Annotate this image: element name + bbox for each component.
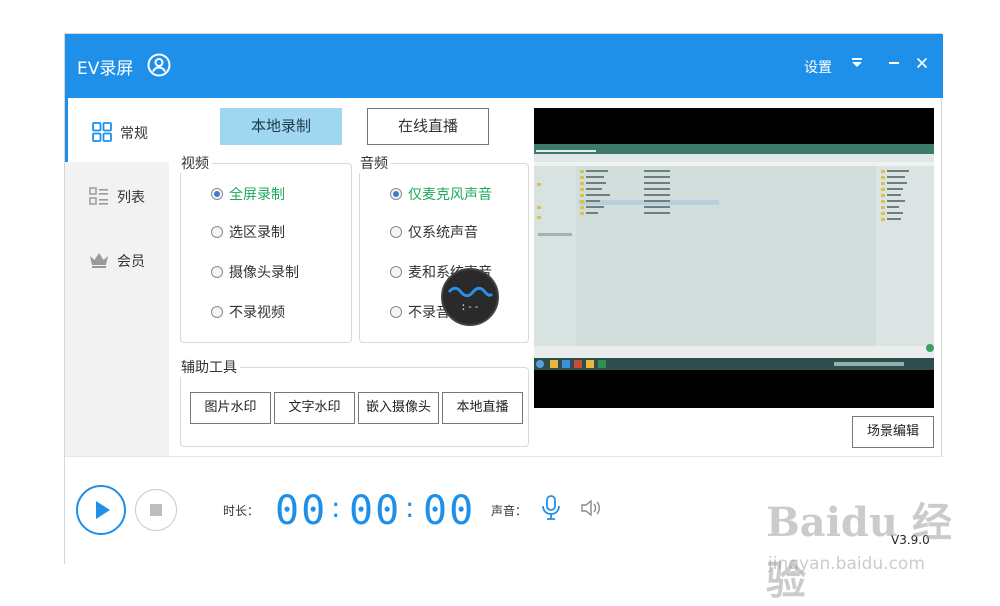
image-watermark-button[interactable]: 图片水印 — [190, 392, 271, 424]
play-icon — [96, 501, 110, 519]
radio-label: 全屏录制 — [229, 187, 285, 203]
sidebar-item-list[interactable]: 列表 — [65, 162, 169, 226]
radio-icon — [211, 226, 223, 238]
timer-minutes: 00 — [349, 488, 402, 534]
sidebar-item-label: 常规 — [120, 126, 148, 142]
radio-icon — [390, 266, 402, 278]
floating-recorder-ball[interactable]: :-- — [441, 268, 499, 326]
crown-icon — [90, 253, 108, 268]
grid-icon — [92, 122, 112, 142]
microphone-icon[interactable] — [541, 495, 561, 525]
floating-timer-text: :-- — [460, 300, 480, 313]
sidebar-item-label: 会员 — [117, 254, 145, 270]
audio-option-system-only[interactable]: 仅系统声音 — [390, 222, 520, 244]
text-watermark-button[interactable]: 文字水印 — [274, 392, 355, 424]
list-icon — [89, 187, 108, 205]
minimize-icon[interactable] — [883, 52, 905, 78]
sidebar: 常规 列表 会员 — [65, 98, 169, 456]
radio-label: 仅系统声音 — [408, 225, 478, 241]
radio-icon — [211, 266, 223, 278]
video-option-camera[interactable]: 摄像头录制 — [211, 262, 331, 284]
radio-icon — [211, 306, 223, 318]
user-avatar-icon[interactable] — [147, 53, 171, 77]
volume-label: 声音： — [491, 504, 528, 518]
radio-icon — [390, 226, 402, 238]
radio-label: 不录视频 — [229, 305, 285, 321]
video-group-title: 视频 — [179, 153, 212, 173]
timer-colon: : — [331, 491, 341, 524]
title-bar: EV录屏 设置 — [65, 34, 943, 98]
video-option-region[interactable]: 选区录制 — [211, 222, 331, 244]
wave-icon — [447, 286, 494, 298]
radio-selected-icon — [211, 188, 223, 200]
radio-icon — [390, 306, 402, 318]
local-live-button[interactable]: 本地直播 — [442, 392, 523, 424]
watermark-brand: Baidu 经验 — [766, 499, 952, 604]
radio-label: 摄像头录制 — [229, 265, 299, 281]
timer-hours: 00 — [275, 488, 328, 534]
settings-link[interactable]: 设置 — [804, 57, 832, 77]
baidu-jingyan-watermark: Baidu 经验 jingyan.baidu.com — [766, 490, 986, 604]
video-option-none[interactable]: 不录视频 — [211, 302, 331, 324]
audio-option-mic-only[interactable]: 仅麦克风声音 — [390, 184, 520, 206]
dropdown-menu-icon[interactable] — [846, 52, 868, 78]
sidebar-item-member[interactable]: 会员 — [65, 226, 169, 290]
play-button[interactable] — [76, 485, 126, 535]
close-icon[interactable] — [911, 52, 933, 78]
speaker-icon[interactable] — [580, 499, 602, 521]
sidebar-item-label: 列表 — [117, 190, 145, 206]
tools-group-title: 辅助工具 — [179, 357, 240, 377]
live-stream-button[interactable]: 在线直播 — [367, 108, 489, 145]
embed-camera-button[interactable]: 嵌入摄像头 — [358, 392, 439, 424]
watermark-url: jingyan.baidu.com — [768, 554, 925, 574]
timer-seconds: 00 — [423, 488, 476, 534]
audio-group-title: 音频 — [358, 153, 391, 173]
radio-label: 选区录制 — [229, 225, 285, 241]
duration-label: 时长： — [223, 504, 260, 518]
sidebar-item-general[interactable]: 常规 — [65, 98, 169, 162]
desktop-screenshot-thumbnail — [534, 144, 934, 370]
ev-recorder-window: EV录屏 设置 常规 列表 会员 本地录制 在线直播 视频 全屏录制 选区录制 … — [64, 33, 943, 565]
stop-button[interactable] — [135, 489, 177, 531]
radio-selected-icon — [390, 188, 402, 200]
scene-edit-button[interactable]: 场景编辑 — [852, 416, 934, 448]
stop-icon — [150, 504, 162, 516]
radio-label: 仅麦克风声音 — [408, 187, 492, 203]
local-record-button[interactable]: 本地录制 — [220, 108, 342, 145]
app-title: EV录屏 — [77, 59, 134, 79]
screen-preview — [534, 108, 934, 408]
timer-colon: : — [405, 491, 415, 524]
video-option-fullscreen[interactable]: 全屏录制 — [211, 184, 331, 206]
